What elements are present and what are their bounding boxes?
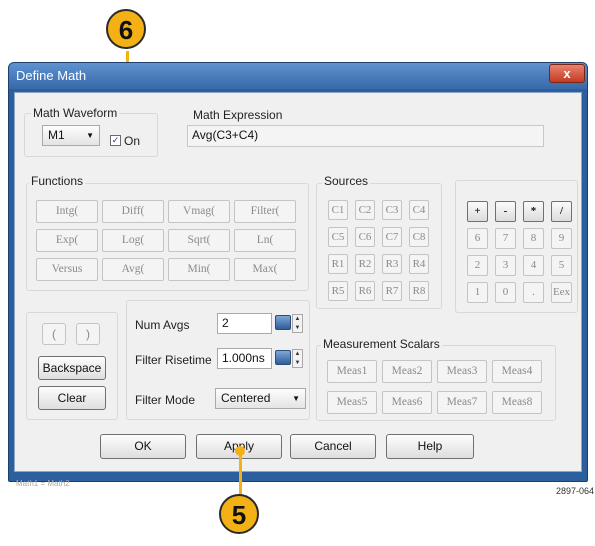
filter-mode-select[interactable]: Centered ▼ (215, 388, 306, 409)
ok-button[interactable]: OK (100, 434, 186, 459)
meas-button-meas7[interactable]: Meas7 (437, 391, 487, 414)
keypad-button-3[interactable]: 3 (495, 255, 516, 276)
background-caption: Math1 = Math2 (16, 479, 70, 488)
source-button-c7[interactable]: C7 (382, 227, 402, 247)
source-button-r7[interactable]: R7 (382, 281, 402, 301)
keypad-button-sym03[interactable]: / (551, 201, 572, 222)
source-button-r5[interactable]: R5 (328, 281, 348, 301)
callout-5: 5 (219, 494, 259, 534)
open-paren-button[interactable]: ( (42, 323, 66, 345)
math-waveform-select[interactable]: M1 ▼ (42, 125, 100, 146)
figure-id: 2897-064 (556, 486, 595, 496)
function-button-exp[interactable]: Exp( (36, 229, 98, 252)
keypad-button-sym32[interactable]: . (523, 282, 544, 303)
num-avgs-label: Num Avgs (135, 318, 190, 332)
source-button-r8[interactable]: R8 (409, 281, 429, 301)
source-button-r6[interactable]: R6 (355, 281, 375, 301)
keypad-button-8[interactable]: 8 (523, 228, 544, 249)
math-waveform-selected: M1 (48, 128, 65, 142)
function-button-intg[interactable]: Intg( (36, 200, 98, 223)
function-button-avg[interactable]: Avg( (102, 258, 164, 281)
keypad-button-7[interactable]: 7 (495, 228, 516, 249)
keypad-button-4[interactable]: 4 (523, 255, 544, 276)
source-button-r3[interactable]: R3 (382, 254, 402, 274)
keypad-button-2[interactable]: 2 (467, 255, 488, 276)
source-button-c1[interactable]: C1 (328, 200, 348, 220)
function-button-versus[interactable]: Versus (36, 258, 98, 281)
num-avgs-spinner[interactable]: ▲ ▼ (292, 314, 303, 333)
filter-mode-selected: Centered (221, 391, 271, 405)
source-button-c6[interactable]: C6 (355, 227, 375, 247)
meas-button-meas1[interactable]: Meas1 (327, 360, 377, 383)
math-waveform-label: Math Waveform (31, 106, 120, 120)
close-button[interactable]: x (549, 64, 585, 83)
source-button-r1[interactable]: R1 (328, 254, 348, 274)
measurement-scalars-label: Measurement Scalars (321, 337, 442, 351)
source-button-c5[interactable]: C5 (328, 227, 348, 247)
close-icon: x (563, 66, 571, 81)
source-button-c2[interactable]: C2 (355, 200, 375, 220)
on-label: On (124, 134, 141, 148)
keypad-button-sym01[interactable]: - (495, 201, 516, 222)
help-button[interactable]: Help (386, 434, 474, 459)
title-bar (9, 63, 587, 89)
keypad-button-sym00[interactable]: + (467, 201, 488, 222)
function-button-ln[interactable]: Ln( (234, 229, 296, 252)
cancel-button[interactable]: Cancel (290, 434, 376, 459)
function-button-diff[interactable]: Diff( (102, 200, 164, 223)
on-checkbox[interactable]: ✓ (110, 135, 121, 146)
keypad-button-eex[interactable]: Eex (551, 282, 572, 303)
function-button-min[interactable]: Min( (168, 258, 230, 281)
filter-mode-label: Filter Mode (135, 393, 196, 407)
function-button-max[interactable]: Max( (234, 258, 296, 281)
function-button-filter[interactable]: Filter( (234, 200, 296, 223)
chevron-down-icon: ▼ (292, 394, 300, 403)
meas-button-meas8[interactable]: Meas8 (492, 391, 542, 414)
calculator-icon[interactable] (275, 350, 291, 365)
source-button-c4[interactable]: C4 (409, 200, 429, 220)
keypad-button-1[interactable]: 1 (467, 282, 488, 303)
backspace-button[interactable]: Backspace (38, 356, 106, 380)
filter-risetime-input[interactable]: 1.000ns (217, 348, 272, 369)
keypad-button-9[interactable]: 9 (551, 228, 572, 249)
keypad-button-6[interactable]: 6 (467, 228, 488, 249)
keypad-button-5[interactable]: 5 (551, 255, 572, 276)
function-button-log[interactable]: Log( (102, 229, 164, 252)
meas-button-meas6[interactable]: Meas6 (382, 391, 432, 414)
function-button-vmag[interactable]: Vmag( (168, 200, 230, 223)
close-paren-button[interactable]: ) (76, 323, 100, 345)
meas-button-meas4[interactable]: Meas4 (492, 360, 542, 383)
callout-6: 6 (106, 9, 146, 49)
window-title: Define Math (16, 68, 87, 83)
calculator-icon[interactable] (275, 315, 291, 330)
source-button-r4[interactable]: R4 (409, 254, 429, 274)
callout-5-dot (235, 446, 245, 456)
meas-button-meas5[interactable]: Meas5 (327, 391, 377, 414)
sources-label: Sources (322, 174, 371, 188)
filter-risetime-spinner[interactable]: ▲ ▼ (292, 349, 303, 368)
clear-button[interactable]: Clear (38, 386, 106, 410)
chevron-down-icon: ▼ (86, 131, 94, 140)
keypad-button-0[interactable]: 0 (495, 282, 516, 303)
source-button-r2[interactable]: R2 (355, 254, 375, 274)
source-button-c3[interactable]: C3 (382, 200, 402, 220)
num-avgs-input[interactable]: 2 (217, 313, 272, 334)
filter-risetime-label: Filter Risetime (135, 353, 212, 367)
keypad-button-sym02[interactable]: * (523, 201, 544, 222)
source-button-c8[interactable]: C8 (409, 227, 429, 247)
math-expression-input[interactable]: Avg(C3+C4) (187, 125, 544, 147)
math-expression-label: Math Expression (193, 108, 283, 122)
meas-button-meas2[interactable]: Meas2 (382, 360, 432, 383)
meas-button-meas3[interactable]: Meas3 (437, 360, 487, 383)
function-button-sqrt[interactable]: Sqrt( (168, 229, 230, 252)
functions-label: Functions (29, 174, 86, 188)
